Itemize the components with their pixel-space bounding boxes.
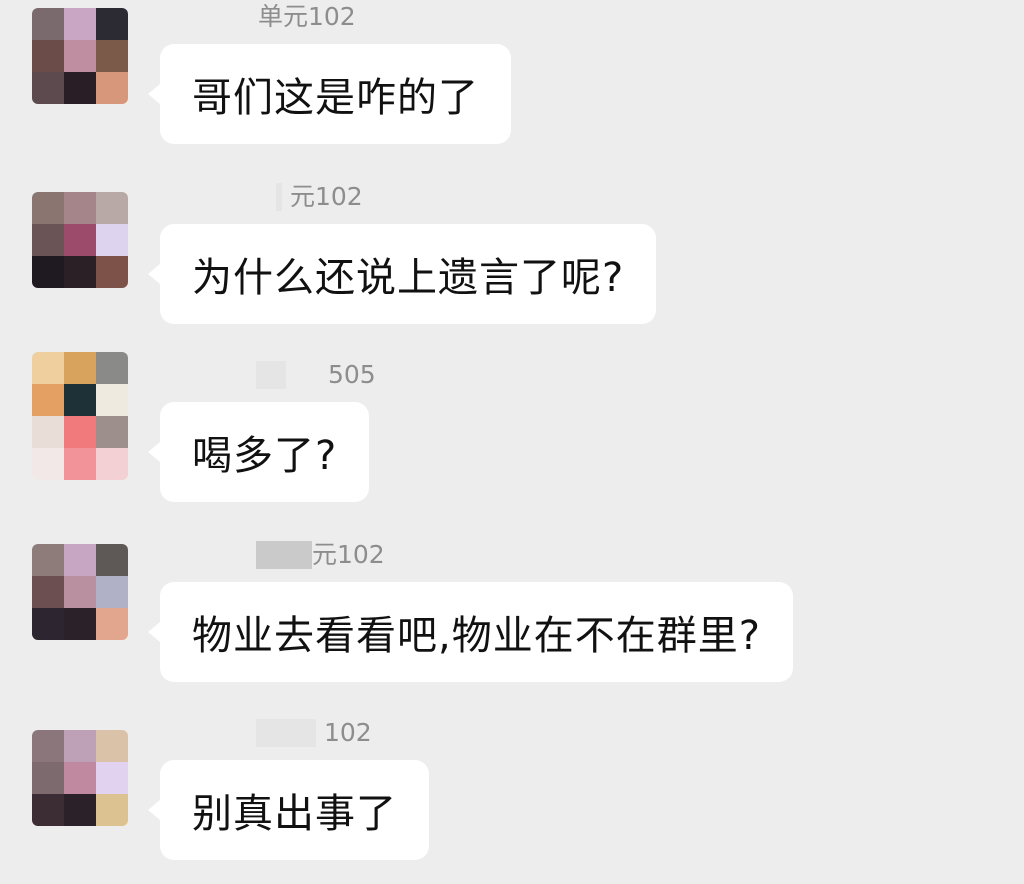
avatar-pixel (96, 384, 128, 416)
avatar-pixel (32, 224, 64, 256)
avatar-pixel (64, 448, 96, 480)
avatar-pixel (32, 72, 64, 104)
sender-name-row: 102 (256, 718, 372, 748)
avatar-pixel (32, 794, 64, 826)
avatar-pixel (96, 608, 128, 640)
chat-window: 单元102 哥们这是咋的了 元102 为什么还说上遗言了呢? 505 喝多了? (0, 0, 1024, 884)
avatar-pixel (96, 40, 128, 72)
avatar-pixel (96, 448, 128, 480)
sender-name-redaction (276, 183, 282, 211)
message-bubble[interactable]: 物业去看看吧,物业在不在群里? (148, 582, 793, 682)
avatar-pixel (64, 224, 96, 256)
sender-name-redaction (256, 361, 286, 389)
avatar-pixel (64, 256, 96, 288)
avatar-pixel (64, 416, 96, 448)
sender-name: 505 (328, 360, 376, 389)
avatar-pixel (32, 40, 64, 72)
avatar-pixel (96, 256, 128, 288)
avatar-pixel (32, 352, 64, 384)
avatar-pixel (64, 352, 96, 384)
avatar-pixel (96, 8, 128, 40)
message-bubble[interactable]: 哥们这是咋的了 (148, 44, 511, 144)
avatar-pixel (96, 224, 128, 256)
sender-name: 102 (324, 718, 372, 747)
avatar-pixel (96, 72, 128, 104)
avatar-pixel (64, 72, 96, 104)
sender-name-row: 505 (256, 360, 376, 390)
avatar-pixel (64, 40, 96, 72)
sender-name-row: 单元102 (258, 2, 356, 32)
avatar-pixel (64, 608, 96, 640)
avatar[interactable] (32, 730, 128, 826)
avatar-pixel (96, 416, 128, 448)
sender-name-row: 元102 (276, 182, 363, 212)
avatar-pixel (32, 384, 64, 416)
sender-name-redaction (256, 719, 316, 747)
avatar-pixel (96, 352, 128, 384)
avatar-pixel (96, 794, 128, 826)
avatar-pixel (96, 544, 128, 576)
message-text: 别真出事了 (192, 791, 397, 837)
sender-name: 元102 (290, 182, 363, 211)
avatar-pixel (96, 576, 128, 608)
avatar-pixel (64, 762, 96, 794)
avatar-pixel (64, 576, 96, 608)
avatar-pixel (32, 192, 64, 224)
avatar-pixel (96, 762, 128, 794)
avatar-pixel (32, 608, 64, 640)
avatar-pixel (64, 192, 96, 224)
avatar-pixel (32, 416, 64, 448)
message-bubble[interactable]: 为什么还说上遗言了呢? (147, 224, 657, 324)
avatar-pixel (64, 384, 96, 416)
avatar-pixel (64, 794, 96, 826)
avatar-pixel (32, 544, 64, 576)
avatar-pixel (64, 730, 96, 762)
avatar-pixel (32, 8, 64, 40)
message-text: 物业去看看吧,物业在不在群里? (192, 613, 761, 659)
message-text: 为什么还说上遗言了呢? (192, 255, 625, 301)
avatar-pixel (96, 730, 128, 762)
avatar[interactable] (32, 352, 128, 480)
avatar-pixel (96, 192, 128, 224)
avatar-pixel (32, 256, 64, 288)
avatar-pixel (32, 448, 64, 480)
sender-name-row: 元102 (256, 540, 385, 570)
sender-name: 单元102 (258, 2, 356, 31)
message-text: 喝多了? (192, 433, 338, 479)
avatar[interactable] (32, 8, 128, 104)
sender-name-redaction (256, 541, 312, 569)
message-text: 哥们这是咋的了 (192, 75, 479, 121)
avatar-pixel (64, 544, 96, 576)
avatar-pixel (32, 576, 64, 608)
avatar-pixel (32, 762, 64, 794)
avatar-pixel (32, 730, 64, 762)
avatar-pixel (64, 8, 96, 40)
avatar[interactable] (32, 544, 128, 640)
sender-name: 元102 (312, 540, 385, 569)
avatar[interactable] (32, 192, 128, 288)
message-bubble[interactable]: 别真出事了 (148, 760, 429, 860)
message-bubble[interactable]: 喝多了? (147, 402, 370, 502)
